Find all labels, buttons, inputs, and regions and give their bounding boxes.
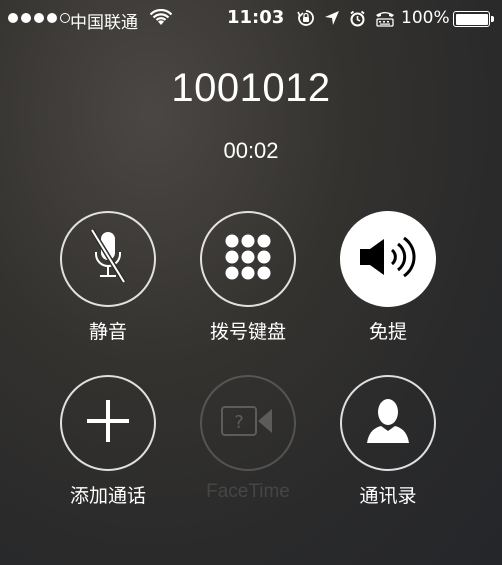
signal-dot: [47, 13, 57, 23]
mute-button[interactable]: [60, 211, 156, 307]
battery-percentage: 100%: [401, 8, 450, 28]
call-number: 1001012: [171, 66, 331, 110]
speaker-label: 免提: [368, 321, 407, 343]
keypad-control: 拨号键盘: [188, 211, 308, 344]
carrier-name: 中国联通: [70, 13, 138, 33]
facetime-control: ? FaceTime: [188, 375, 308, 503]
call-duration: 00:02: [223, 138, 279, 163]
wifi-icon: [149, 8, 173, 31]
signal-dot: [21, 13, 31, 23]
signal-dot: [60, 13, 70, 23]
signal-strength-indicator: [8, 13, 70, 23]
speaker-button[interactable]: [340, 211, 436, 307]
status-bar: 中国联通 11:03 100%: [0, 0, 502, 40]
mic-muted-icon: [86, 228, 130, 290]
contact-icon: [365, 397, 411, 449]
rotation-lock-icon: [297, 9, 315, 31]
location-icon: [324, 10, 340, 30]
speaker-icon: [356, 233, 420, 285]
mute-label: 静音: [88, 321, 127, 343]
status-time: 11:03: [227, 7, 285, 28]
add-call-control: 添加通话: [48, 375, 168, 508]
plus-icon: [85, 398, 131, 448]
alarm-icon: [349, 10, 366, 31]
add-call-label: 添加通话: [69, 485, 146, 507]
svg-text:?: ?: [234, 412, 244, 433]
keypad-icon: [224, 233, 272, 285]
facetime-icon: ?: [220, 403, 276, 443]
keypad-label: 拨号键盘: [209, 321, 286, 343]
signal-dot: [8, 13, 18, 23]
keypad-button[interactable]: [200, 211, 296, 307]
speaker-control: 免提: [328, 211, 448, 344]
contacts-control: 通讯录: [328, 375, 448, 508]
mute-control: 静音: [48, 211, 168, 344]
tty-icon: [375, 10, 395, 31]
contacts-label: 通讯录: [359, 485, 417, 507]
battery-icon: [453, 11, 494, 27]
facetime-label: FaceTime: [206, 481, 290, 502]
facetime-button[interactable]: ?: [200, 375, 296, 471]
add-call-button[interactable]: [60, 375, 156, 471]
signal-dot: [34, 13, 44, 23]
contacts-button[interactable]: [340, 375, 436, 471]
